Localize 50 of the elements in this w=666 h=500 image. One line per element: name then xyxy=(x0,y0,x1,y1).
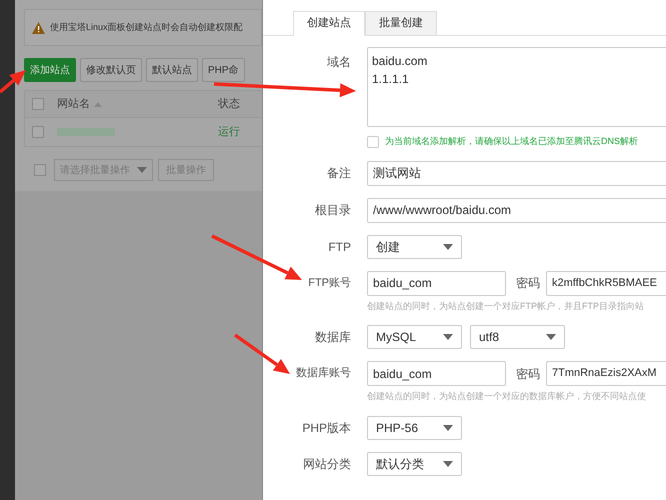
dropdown[interactable]: MySQL xyxy=(367,325,462,349)
column-header[interactable]: 状态 xyxy=(218,96,240,112)
caret-icon xyxy=(443,424,453,430)
checkbox[interactable] xyxy=(34,164,46,176)
hint-text: 创建站点的同时，为站点创建一个对应的数据库帐户，方便不同站点使 xyxy=(367,390,647,403)
checkbox-label: 为当前域名添加解析，请确保以上域名已添加至腾讯云DNS解析 xyxy=(385,135,638,148)
domain-textarea[interactable]: baidu.com 1.1.1.1 xyxy=(367,47,666,127)
field-label: 数据库账号 xyxy=(295,366,351,382)
hint-text: 创建站点的同时，为站点创建一个对应FTP帐户，并且FTP目录指向站 xyxy=(367,300,645,312)
password-input[interactable]: k2mffbChkR5BMAEE xyxy=(546,270,666,296)
dropdown[interactable]: 默认分类 xyxy=(367,452,462,476)
field-label: 根目录 xyxy=(314,202,351,219)
toolbar-button[interactable]: 添加站点 xyxy=(24,58,76,82)
warning-icon xyxy=(32,22,45,34)
field-label: 数据库 xyxy=(314,329,351,346)
caret-icon xyxy=(546,334,556,340)
field-label: FTP xyxy=(327,238,351,256)
password-input[interactable]: 7TmnRnaEzis2XAxM xyxy=(546,361,666,386)
field-label: 密码 xyxy=(516,366,540,382)
column-header[interactable]: 网站名 xyxy=(57,96,205,112)
toolbar-button[interactable]: 修改默认页 xyxy=(80,58,142,82)
text-input[interactable]: 测试网站 xyxy=(367,160,666,186)
field-label: FTP账号 xyxy=(307,276,351,291)
dropdown[interactable]: PHP-56 xyxy=(367,416,462,440)
status-text: 运行 xyxy=(218,124,240,140)
checkbox[interactable] xyxy=(367,136,379,148)
tab[interactable]: 创建站点 xyxy=(293,11,365,36)
caret-icon xyxy=(137,167,147,173)
field-label: 密码 xyxy=(516,275,540,292)
arrow-drawing xyxy=(234,334,290,374)
caret-icon xyxy=(443,244,453,250)
field-label: 备注 xyxy=(326,165,351,182)
checkbox[interactable] xyxy=(32,126,44,138)
toolbar-button[interactable]: 默认站点 xyxy=(146,58,198,82)
field-label: 网站分类 xyxy=(302,456,351,472)
field-label: PHP版本 xyxy=(301,420,351,436)
text-input[interactable]: /www/wwwroot/baidu.com xyxy=(367,198,666,222)
dropdown[interactable]: utf8 xyxy=(470,325,565,349)
sort-icon xyxy=(94,102,102,106)
checkbox[interactable] xyxy=(32,98,44,110)
toolbar-button[interactable]: PHP命 xyxy=(202,58,245,82)
text-input[interactable]: baidu_com xyxy=(367,270,506,296)
notice-text: 使用宝塔Linux面板创建站点时会自动创建权限配 xyxy=(50,20,243,34)
field-label: 域名 xyxy=(326,54,351,71)
tab[interactable]: 批量创建 xyxy=(365,11,437,36)
caret-icon xyxy=(443,334,453,340)
arrow-drawing xyxy=(0,70,26,94)
text-input[interactable]: baidu_com xyxy=(367,361,506,386)
dropdown[interactable]: 创建 xyxy=(367,234,462,258)
caret-icon xyxy=(443,460,453,466)
